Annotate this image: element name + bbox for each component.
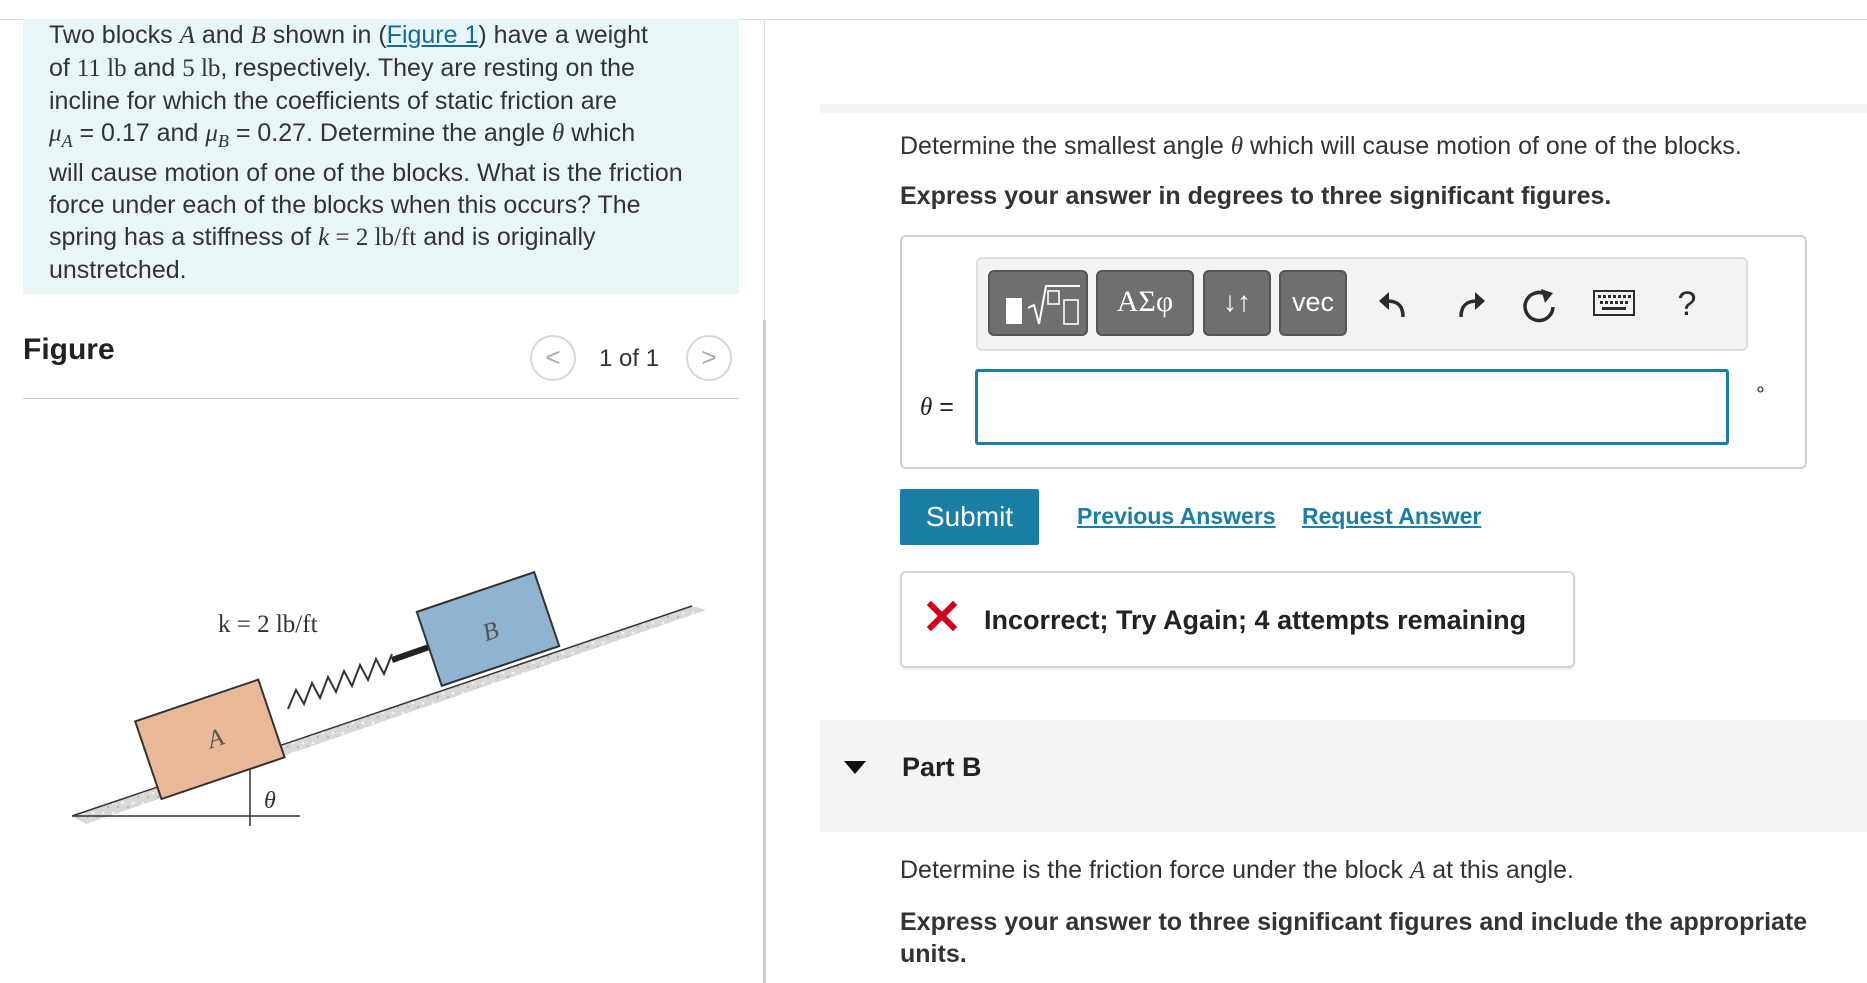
incorrect-x-icon [926,600,958,632]
help-icon[interactable]: ? [1670,282,1704,326]
part-a-instruction: Express your answer in degrees to three … [900,182,1612,210]
figure-pager-text: 1 of 1 [599,345,660,372]
part-a-header [820,104,1867,113]
caret-down-icon[interactable] [844,761,866,774]
feedback-text: Incorrect; Try Again; 4 attempts remaini… [984,605,1527,635]
spring-label: k = 2 lb/ft [218,611,318,638]
part-b-question: Determine is the friction force under th… [900,856,1574,884]
spring [287,653,393,710]
templates-icon [1006,285,1080,325]
pane-divider[interactable] [763,320,766,983]
part-a-question: Determine the smallest angle θ which wil… [900,132,1742,160]
angle-answer-input[interactable] [975,369,1729,445]
request-answer-link[interactable]: Request Answer [1302,503,1481,530]
degree-unit: ° [1756,382,1765,407]
chevron-left-icon: < [545,342,561,372]
vector-button[interactable]: vec [1279,270,1347,336]
undo-icon[interactable] [1373,283,1417,327]
templates-button[interactable] [988,270,1088,336]
chevron-right-icon: > [701,342,717,372]
figure-prev-button[interactable]: < [530,335,576,381]
answer-label: θ = [920,393,954,421]
redo-icon[interactable] [1447,283,1491,327]
pane-divider-top [764,19,765,320]
block-a: A [133,678,286,801]
part-b-title[interactable]: Part B [902,752,982,783]
incline-figure: θ A k = 2 lb/ft B [71,570,706,826]
block-b: B [415,570,561,688]
submit-button[interactable]: Submit [900,489,1039,545]
figure-divider [23,398,739,399]
angle-label: θ [264,788,276,814]
keyboard-icon[interactable] [1592,288,1636,318]
problem-statement: Two blocks A and B shown in (Figure 1) h… [23,19,739,294]
previous-answers-link[interactable]: Previous Answers [1077,503,1276,530]
figure-1-link[interactable]: Figure 1 [387,21,479,49]
arrows-button[interactable]: ↓↑ [1203,270,1271,336]
greek-symbols-button[interactable]: ΑΣφ [1096,270,1194,336]
figure-title: Figure [23,333,115,366]
spring-rod [391,643,433,663]
figure-next-button[interactable]: > [686,335,732,381]
reset-icon[interactable] [1517,283,1561,327]
part-b-instruction: Express your answer to three significant… [900,908,1808,968]
